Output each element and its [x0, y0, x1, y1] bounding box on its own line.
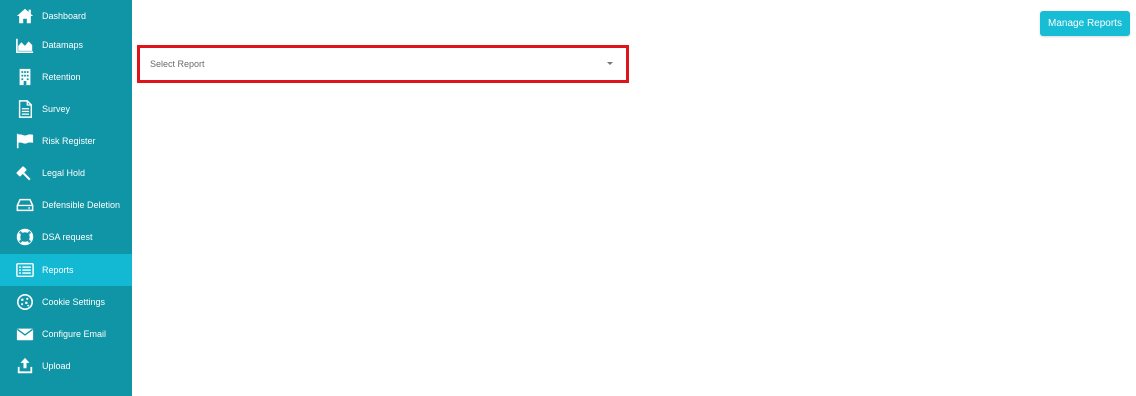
sidebar-item-label: Survey: [42, 104, 71, 114]
flag-icon: [15, 131, 35, 151]
sidebar-item-retention[interactable]: Retention: [0, 61, 132, 93]
hard-drive-icon: [15, 195, 35, 215]
upload-icon: [15, 356, 35, 376]
list-icon: [15, 260, 35, 280]
sidebar-item-legal-hold[interactable]: Legal Hold: [0, 157, 132, 189]
building-icon: [15, 67, 35, 87]
report-select[interactable]: Select Report: [142, 50, 624, 78]
document-icon: [15, 99, 35, 119]
envelope-icon: [15, 324, 35, 344]
sidebar-item-reports[interactable]: Reports: [0, 254, 132, 286]
sidebar-item-label: Datamaps: [42, 40, 84, 50]
sidebar-item-upload[interactable]: Upload: [0, 350, 132, 382]
sidebar-item-label: Legal Hold: [42, 168, 86, 178]
sidebar-item-label: Dashboard: [42, 11, 87, 21]
manage-reports-button[interactable]: Manage Reports: [1040, 11, 1130, 36]
sidebar-item-label: Configure Email: [42, 329, 107, 339]
sidebar-item-configure-email[interactable]: Configure Email: [0, 318, 132, 350]
sidebar-item-survey[interactable]: Survey: [0, 93, 132, 125]
sidebar-item-defensible-deletion[interactable]: Defensible Deletion: [0, 189, 132, 221]
report-select-highlight: Select Report: [137, 45, 629, 83]
sidebar-item-risk-register[interactable]: Risk Register: [0, 125, 132, 157]
sidebar-item-label: DSA request: [42, 232, 93, 242]
area-chart-icon: [15, 35, 35, 55]
report-select-placeholder: Select Report: [150, 59, 205, 69]
sidebar-item-label: Retention: [42, 72, 81, 82]
sidebar-item-label: Cookie Settings: [42, 297, 106, 307]
cookie-icon: [15, 292, 35, 312]
sidebar-item-cookie-settings[interactable]: Cookie Settings: [0, 286, 132, 318]
lifebuoy-icon: [15, 227, 35, 247]
sidebar-item-label: Upload: [42, 361, 71, 371]
sidebar-item-label: Risk Register: [42, 136, 96, 146]
sidebar-item-label: Defensible Deletion: [42, 200, 121, 210]
gavel-icon: [15, 163, 35, 183]
sidebar-item-dashboard[interactable]: Dashboard: [0, 0, 132, 32]
sidebar: Dashboard Datamaps Retention Survey Risk…: [0, 0, 132, 396]
sidebar-item-datamaps[interactable]: Datamaps: [0, 29, 132, 61]
home-icon: [15, 6, 35, 26]
caret-down-icon: [607, 62, 613, 65]
sidebar-item-label: Reports: [42, 265, 74, 275]
sidebar-item-dsa-request[interactable]: DSA request: [0, 221, 132, 253]
